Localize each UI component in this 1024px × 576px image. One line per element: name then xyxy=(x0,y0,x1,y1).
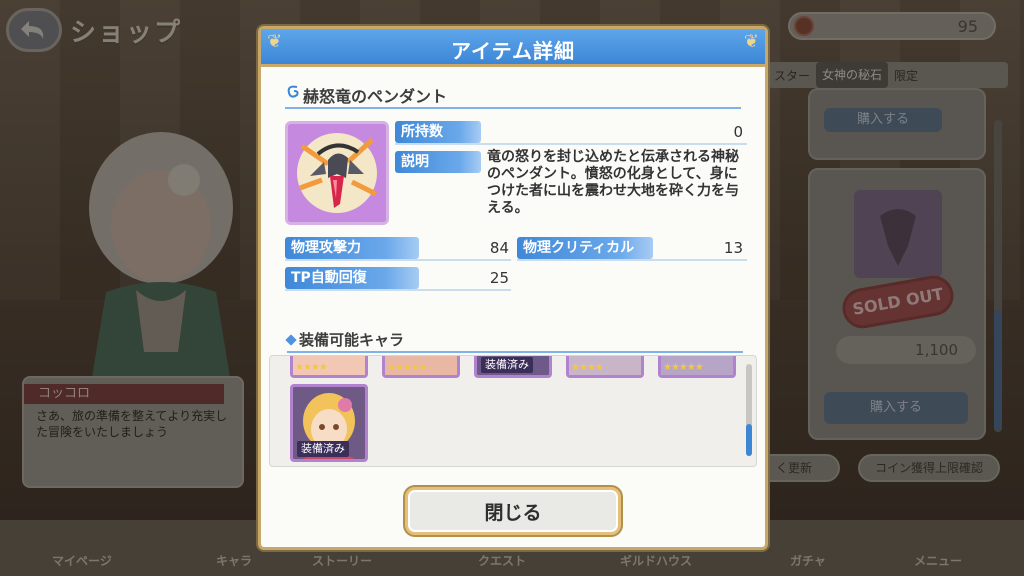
character-card[interactable]: ★★★★ xyxy=(290,356,368,378)
character-card[interactable]: ★★★★★ xyxy=(658,356,736,378)
owned-label: 所持数 xyxy=(395,121,481,143)
character-list-scrollbar-thumb[interactable] xyxy=(746,424,752,456)
stat-value-phys-atk: 84 xyxy=(489,239,509,257)
stat-value-phys-crit: 13 xyxy=(723,239,743,257)
star-rating-icon: ★★★★★ xyxy=(663,362,704,373)
stat-label-phys-atk: 物理攻撃力 xyxy=(285,237,419,259)
pendant-icon xyxy=(288,124,386,222)
equipped-badge: 装備済み xyxy=(297,441,349,457)
equip-section-header: 装備可能キャラ xyxy=(285,327,743,353)
diamond-bullet-icon xyxy=(285,334,297,346)
equippable-character-list[interactable]: ★★★★ ★★★★★ 装備済み ★★★★ ★★★★★ 装備済み xyxy=(269,355,757,467)
equip-section-title: 装備可能キャラ xyxy=(299,331,405,349)
description-label: 説明 xyxy=(395,151,481,173)
star-rating-icon: ★★★★ xyxy=(295,362,328,373)
character-card[interactable]: 装備済み xyxy=(474,356,552,378)
equipped-badge: 装備済み xyxy=(481,357,533,373)
item-name-row: 赫怒竜のペンダント xyxy=(285,81,741,109)
stat-label-phys-crit: 物理クリティカル xyxy=(517,237,653,259)
stat-value-tp-regen: 25 xyxy=(489,269,509,287)
star-rating-icon: ★★★★★ xyxy=(387,362,428,373)
stat-label-tp-regen: TP自動回復 xyxy=(285,267,419,289)
owned-underline xyxy=(395,143,747,145)
item-description: 竜の怒りを封じ込めたと伝承される神秘のペンダント。憤怒の化身として、身につけた者… xyxy=(487,149,739,216)
dialog-header: ❦ アイテム詳細 ❦ xyxy=(261,29,765,67)
item-icon xyxy=(285,121,389,225)
dialog-title: アイテム詳細 xyxy=(451,39,575,63)
character-card[interactable]: 装備済み xyxy=(290,384,368,462)
item-detail-dialog: ❦ アイテム詳細 ❦ 赫怒竜のペンダント 所持数 0 説明 竜の怒りを封じ込めた… xyxy=(258,26,768,550)
item-name: 赫怒竜のペンダント xyxy=(303,87,448,106)
star-rating-icon: ★★★★ xyxy=(571,362,604,373)
owned-value: 0 xyxy=(733,123,743,141)
stat-underline-phys-crit xyxy=(517,259,747,261)
character-card[interactable]: ★★★★ xyxy=(566,356,644,378)
stat-underline-tp-regen xyxy=(285,289,511,291)
character-card[interactable]: ★★★★★ xyxy=(382,356,460,378)
corner-ornament-right-icon: ❦ xyxy=(743,31,759,52)
close-button[interactable]: 閉じる xyxy=(405,487,621,535)
stat-underline-phys-atk xyxy=(285,259,511,261)
curl-ornament-icon xyxy=(287,85,299,98)
